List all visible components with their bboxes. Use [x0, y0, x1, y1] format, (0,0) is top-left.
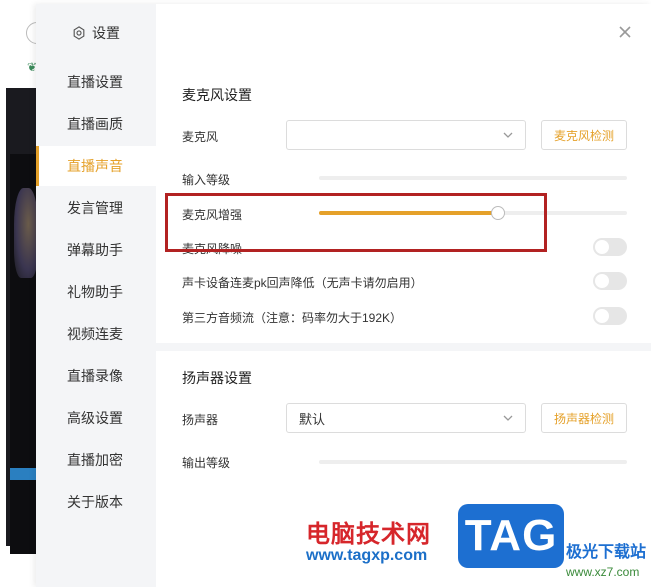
output-level-label: 输出等级	[182, 456, 231, 470]
input-level-meter	[319, 176, 627, 180]
mic-device-select[interactable]	[286, 120, 526, 150]
mic-section-title: 麦克风设置	[182, 87, 252, 103]
speaker-device-label: 扬声器	[182, 413, 219, 427]
third-party-audio-label: 第三方音频流（注意：码率勿大于192K）	[182, 311, 403, 325]
mic-denoise-label: 麦克风降噪	[182, 242, 243, 256]
gear-icon	[73, 26, 85, 40]
speaker-device-value: 默认	[299, 411, 326, 427]
chevron-down-icon	[503, 132, 513, 138]
sidebar-item-live-audio[interactable]: 直播声音	[36, 146, 156, 186]
settings-title: 设置	[92, 25, 120, 41]
mic-boost-slider-thumb[interactable]	[490, 206, 505, 220]
echo-reduction-label: 声卡设备连麦pk回声降低（无声卡请勿启用）	[182, 276, 423, 290]
sidebar-item-video-link[interactable]: 视频连麦	[36, 314, 156, 354]
sidebar-item-gift-assistant[interactable]: 礼物助手	[36, 272, 156, 312]
sidebar-item-live-settings[interactable]: 直播设置	[36, 62, 156, 102]
settings-content: 麦克风设置 麦克风 麦克风检测 输入等级 麦克风增强 麦克风降噪 声卡设备连麦p…	[156, 4, 651, 587]
settings-dialog: 设置 直播设置 直播画质 直播声音 发言管理 弹幕助手 礼物助手 视频连麦 直播…	[36, 4, 651, 587]
mic-detect-button[interactable]: 麦克风检测	[541, 120, 627, 150]
watermark-url: www.tagxp.com	[306, 547, 428, 564]
watermark-tag-logo: TAG	[458, 504, 564, 568]
output-level-meter	[319, 460, 627, 464]
toggle-knob	[595, 309, 609, 323]
mic-device-label: 麦克风	[182, 130, 219, 144]
sidebar-item-live-recording[interactable]: 直播录像	[36, 356, 156, 396]
mic-boost-slider[interactable]	[319, 206, 627, 220]
section-divider	[156, 343, 651, 351]
speaker-section-title: 扬声器设置	[182, 370, 252, 386]
sidebar-item-danmaku-assistant[interactable]: 弹幕助手	[36, 230, 156, 270]
video-figure	[14, 188, 38, 278]
echo-reduction-toggle[interactable]	[593, 272, 627, 290]
input-level-label: 输入等级	[182, 173, 231, 187]
background-video-preview	[6, 88, 40, 554]
sidebar-item-speech-management[interactable]: 发言管理	[36, 188, 156, 228]
sidebar-item-live-encryption[interactable]: 直播加密	[36, 440, 156, 480]
speaker-detect-button[interactable]: 扬声器检测	[541, 403, 627, 433]
settings-sidebar: 设置 直播设置 直播画质 直播声音 发言管理 弹幕助手 礼物助手 视频连麦 直播…	[36, 4, 156, 587]
speaker-device-select[interactable]: 默认	[286, 403, 526, 433]
third-party-audio-toggle[interactable]	[593, 307, 627, 325]
sidebar-item-about-version[interactable]: 关于版本	[36, 482, 156, 522]
mic-denoise-toggle[interactable]	[593, 238, 627, 256]
watermark-side-text: 极光下载站	[566, 544, 647, 561]
background-app: ❦	[0, 0, 48, 587]
sidebar-item-advanced-settings[interactable]: 高级设置	[36, 398, 156, 438]
watermark-site-name: 电脑技术网	[306, 521, 431, 548]
sidebar-item-live-quality[interactable]: 直播画质	[36, 104, 156, 144]
mic-boost-slider-fill	[319, 211, 498, 215]
watermark-side-url: www.xz7.com	[566, 565, 640, 579]
toggle-knob	[595, 274, 609, 288]
toggle-knob	[595, 240, 609, 254]
settings-header: 设置	[36, 20, 156, 46]
mic-boost-label: 麦克风增强	[182, 208, 243, 222]
chevron-down-icon	[503, 415, 513, 421]
